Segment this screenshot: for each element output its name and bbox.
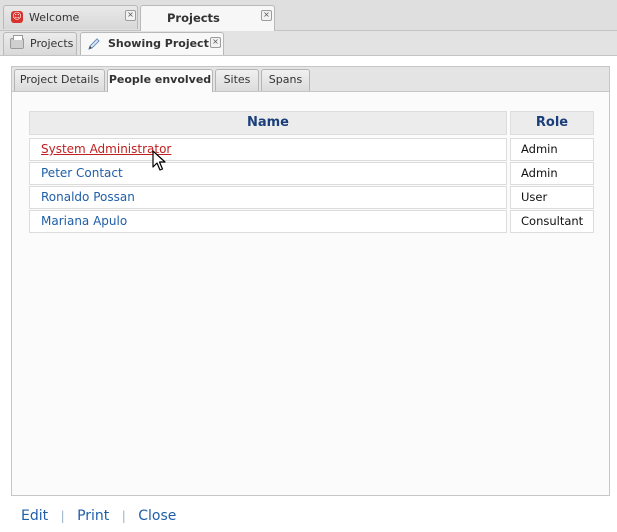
person-name-link[interactable]: Mariana Apulo xyxy=(29,210,507,233)
project-panel: Project Details People envolved Sites Sp… xyxy=(11,66,610,496)
tab-projects-label: Projects xyxy=(167,11,220,25)
close-icon[interactable]: × xyxy=(210,37,221,48)
column-header-role[interactable]: Role xyxy=(510,111,594,135)
tab-spans-label: Spans xyxy=(268,73,303,86)
close-icon[interactable]: × xyxy=(261,10,272,21)
tab-spans[interactable]: Spans xyxy=(261,69,310,91)
subtab-projects[interactable]: Projects xyxy=(3,32,77,55)
action-links: Edit | Print | Close xyxy=(21,508,176,524)
tab-people-envolved[interactable]: People envolved xyxy=(107,69,213,92)
tab-sites[interactable]: Sites xyxy=(215,69,259,91)
separator: | xyxy=(60,509,65,523)
subtab-projects-label: Projects xyxy=(30,37,74,50)
tab-sites-label: Sites xyxy=(223,73,251,86)
tab-people-envolved-label: People envolved xyxy=(108,73,212,86)
list-icon xyxy=(10,35,24,49)
print-link[interactable]: Print xyxy=(77,508,109,524)
separator: | xyxy=(121,509,126,523)
person-role: Consultant xyxy=(510,210,594,233)
person-name-link[interactable]: System Administrator xyxy=(29,138,507,161)
pencil-icon xyxy=(88,38,100,50)
person-name-link[interactable]: Ronaldo Possan xyxy=(29,186,507,209)
tab-projects[interactable]: Projects × xyxy=(140,5,275,31)
tab-welcome-label: Welcome xyxy=(29,11,80,24)
column-header-name[interactable]: Name xyxy=(29,111,507,135)
subtab-showing-label: Showing Project A xyxy=(108,37,222,50)
edit-link[interactable]: Edit xyxy=(21,508,48,524)
tab-project-details[interactable]: Project Details xyxy=(14,69,105,91)
sub-tab-bar: Projects Showing Project A × xyxy=(0,31,617,56)
person-role: Admin xyxy=(510,138,594,161)
tab-welcome[interactable]: ☺ Welcome × xyxy=(3,5,138,29)
mouse-cursor-icon xyxy=(152,150,166,171)
person-role: User xyxy=(510,186,594,209)
app-window: ☺ Welcome × Projects × Projects Showing … xyxy=(0,0,617,532)
panel-tab-bar: Project Details People envolved Sites Sp… xyxy=(12,67,609,92)
close-link[interactable]: Close xyxy=(138,508,176,524)
subtab-showing-project[interactable]: Showing Project A × xyxy=(80,32,224,55)
person-role: Admin xyxy=(510,162,594,185)
tab-project-details-label: Project Details xyxy=(19,73,100,86)
close-icon[interactable]: × xyxy=(125,10,136,21)
top-tab-bar: ☺ Welcome × Projects × xyxy=(0,0,617,31)
welcome-icon: ☺ xyxy=(11,11,23,23)
person-name-link[interactable]: Peter Contact xyxy=(29,162,507,185)
